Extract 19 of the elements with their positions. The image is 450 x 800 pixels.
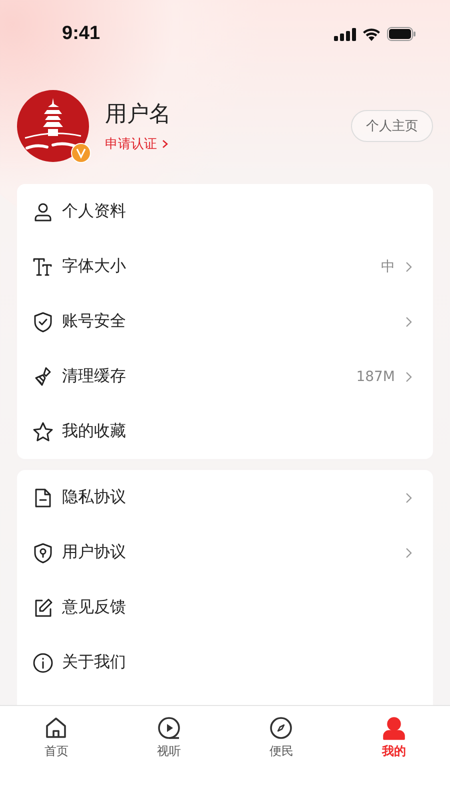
menu-item-label[interactable]: 隐私协议 (62, 487, 126, 508)
menu-item-label[interactable]: 意见反馈 (62, 597, 126, 618)
user-name: 用户名 (105, 101, 171, 129)
tab[interactable]: 便民 (225, 716, 338, 760)
verify-link[interactable]: 申请认证 (105, 135, 171, 153)
menu-item-label[interactable]: 个人资料 (62, 201, 126, 222)
status-time: 9:41 (62, 23, 100, 45)
menu-item-label[interactable]: 账号安全 (62, 311, 126, 332)
menu-item-label[interactable]: 我的收藏 (62, 421, 126, 442)
menu-item-value: 中 (381, 258, 395, 276)
menu-item-label[interactable]: 字体大小 (62, 256, 126, 277)
menu-item-label[interactable]: 用户协议 (62, 542, 126, 563)
tab[interactable]: 首页 (0, 716, 112, 760)
homepage-button[interactable]: 个人主页 (351, 110, 433, 142)
menu-item-label[interactable]: 关于我们 (62, 652, 126, 673)
tab[interactable]: 视听 (112, 716, 225, 760)
tab[interactable]: 我的 (338, 716, 450, 760)
menu-item-label[interactable]: 清理缓存 (62, 366, 126, 387)
menu-item-value: 187M (356, 368, 395, 384)
